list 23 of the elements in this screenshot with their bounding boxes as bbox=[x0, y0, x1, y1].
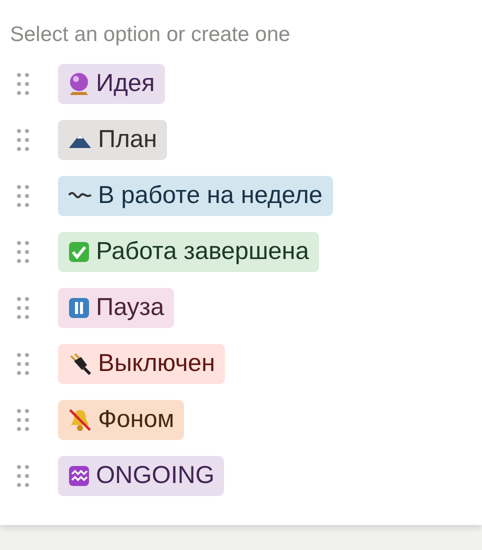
option-tag[interactable]: Работа завершена bbox=[58, 232, 319, 272]
check-icon bbox=[68, 241, 90, 263]
drag-handle-icon[interactable] bbox=[16, 352, 30, 376]
option-tag[interactable]: В работе на неделе bbox=[58, 176, 333, 216]
option-tag[interactable]: План bbox=[58, 120, 168, 160]
option-tag[interactable]: ONGOING bbox=[58, 456, 224, 496]
drag-handle-icon[interactable] bbox=[16, 72, 30, 96]
pause-icon bbox=[68, 297, 90, 319]
option-tag[interactable]: Выключен bbox=[58, 344, 225, 384]
drag-handle-icon[interactable] bbox=[16, 296, 30, 320]
option-tag[interactable]: Пауза bbox=[58, 288, 174, 328]
drag-handle-icon[interactable] bbox=[16, 128, 30, 152]
drag-handle-icon[interactable] bbox=[16, 408, 30, 432]
aquarius-icon bbox=[68, 465, 90, 487]
option-tag[interactable]: Фоном bbox=[58, 400, 184, 440]
plug-icon bbox=[68, 352, 92, 376]
drag-handle-icon[interactable] bbox=[16, 184, 30, 208]
drag-handle-icon[interactable] bbox=[16, 240, 30, 264]
muted-bell-icon bbox=[68, 408, 92, 432]
crystal-ball-icon bbox=[68, 72, 90, 96]
option-tag[interactable]: Идея bbox=[58, 64, 165, 104]
menu-heading: Select an option or create one bbox=[10, 22, 292, 48]
drag-handle-icon[interactable] bbox=[16, 464, 30, 488]
